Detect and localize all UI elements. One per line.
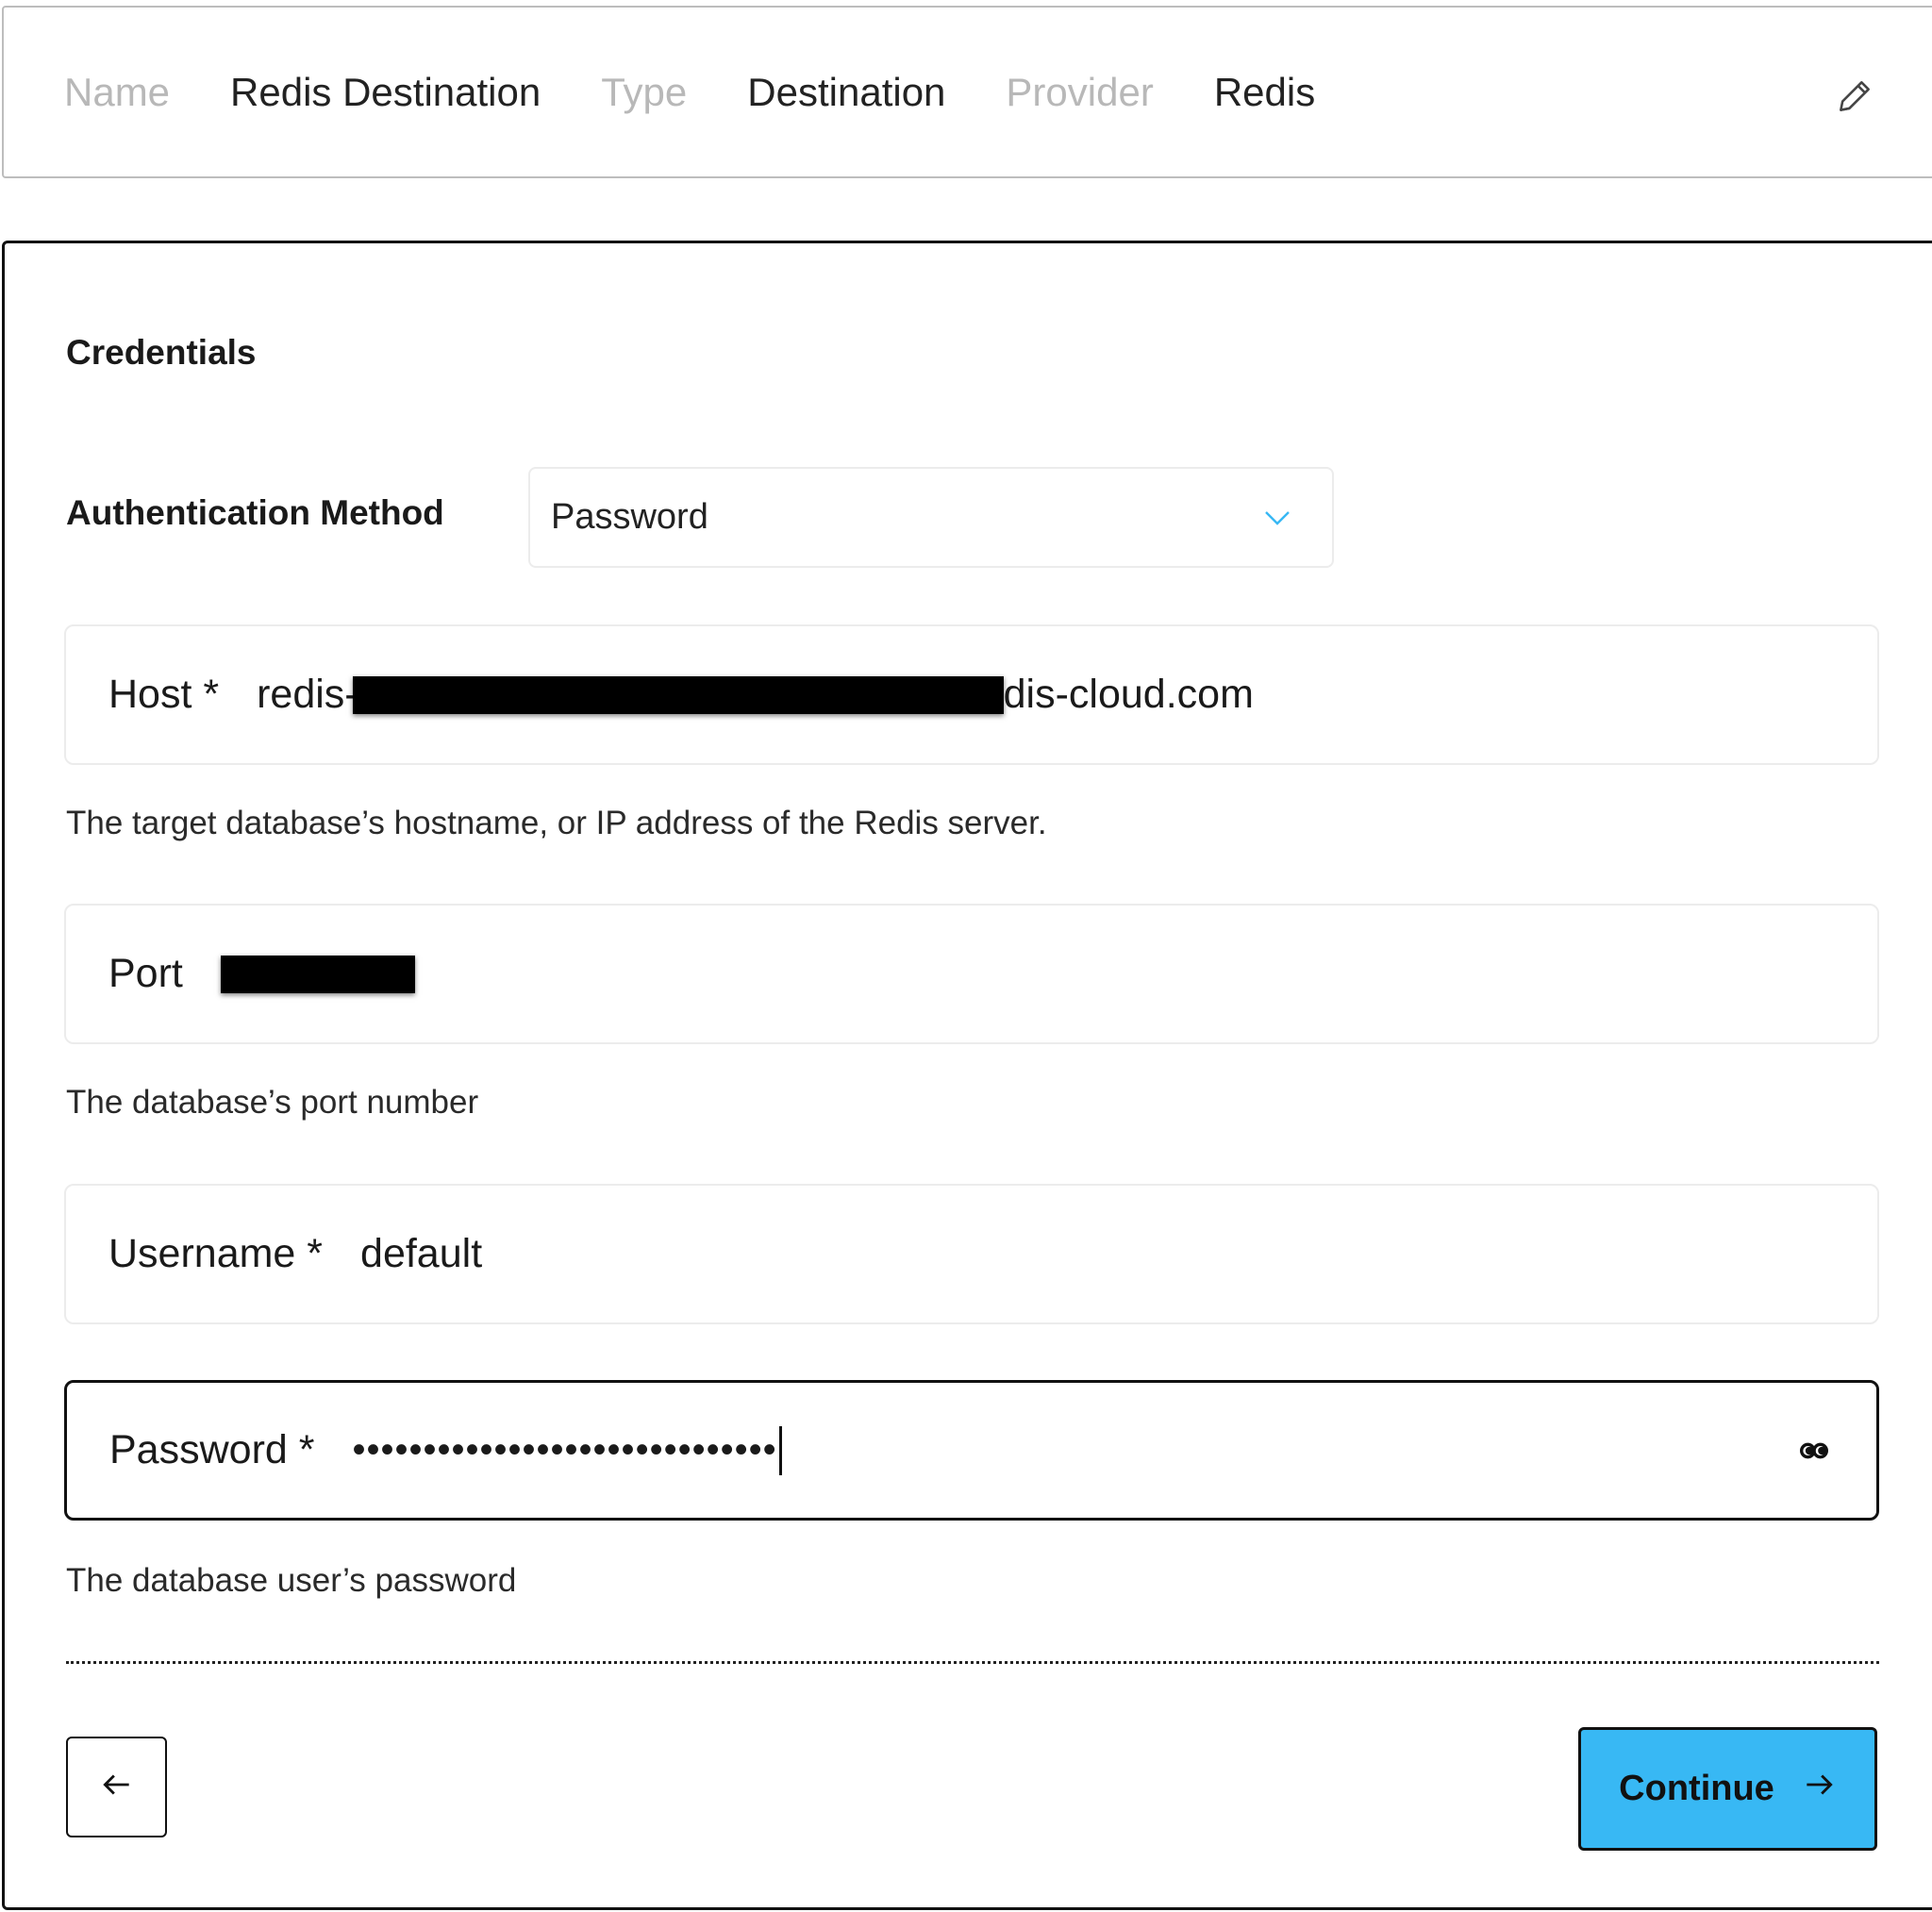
back-button[interactable] — [66, 1737, 167, 1837]
password-value[interactable]: •••••••••••••••••••••••••••••• — [352, 1425, 782, 1475]
username-label: Username * — [108, 1231, 324, 1276]
continue-label: Continue — [1619, 1769, 1774, 1808]
port-value[interactable] — [220, 955, 415, 993]
host-hint: The target database’s hostname, or IP ad… — [66, 805, 1047, 841]
host-value[interactable]: redis- dis-cloud.com — [257, 672, 1254, 718]
redaction-block — [220, 955, 415, 993]
port-label: Port — [108, 951, 183, 996]
arrow-right-icon — [1801, 1767, 1837, 1812]
credentials-card: Credentials Authentication Method Passwo… — [2, 241, 1932, 1910]
username-value[interactable]: default — [360, 1231, 482, 1277]
password-masked: •••••••••••••••••••••••••••••• — [352, 1429, 777, 1471]
provider-label: Provider — [1006, 69, 1154, 114]
name-label: Name — [64, 69, 171, 114]
section-title: Credentials — [66, 333, 257, 372]
auth-method-value: Password — [551, 497, 708, 537]
type-value: Destination — [747, 69, 946, 114]
chevron-down-icon — [1260, 501, 1294, 535]
host-value-prefix: redis- — [257, 672, 358, 717]
port-field[interactable]: Port — [64, 904, 1879, 1044]
destination-summary-bar: Name Redis Destination Type Destination … — [2, 6, 1932, 178]
host-label: Host * — [108, 672, 220, 717]
divider — [66, 1661, 1879, 1664]
password-field[interactable]: Password * •••••••••••••••••••••••••••••… — [64, 1380, 1879, 1521]
text-caret — [778, 1425, 782, 1475]
redaction-block — [352, 675, 1004, 714]
host-field[interactable]: Host * redis- dis-cloud.com — [64, 624, 1879, 765]
type-label: Type — [601, 69, 688, 114]
password-label: Password * — [109, 1427, 315, 1472]
auth-method-label: Authentication Method — [66, 493, 444, 532]
eye-icon[interactable] — [1795, 1432, 1833, 1470]
arrow-left-icon — [99, 1767, 135, 1807]
auth-method-select[interactable]: Password — [528, 467, 1334, 568]
continue-button[interactable]: Continue — [1578, 1727, 1877, 1851]
name-value: Redis Destination — [230, 69, 541, 114]
port-hint: The database’s port number — [66, 1084, 479, 1121]
pencil-icon[interactable] — [1834, 75, 1875, 117]
host-value-suffix: dis-cloud.com — [1003, 672, 1254, 717]
provider-value: Redis — [1213, 69, 1316, 114]
password-hint: The database user’s password — [66, 1562, 517, 1599]
username-field[interactable]: Username * default — [64, 1184, 1879, 1324]
